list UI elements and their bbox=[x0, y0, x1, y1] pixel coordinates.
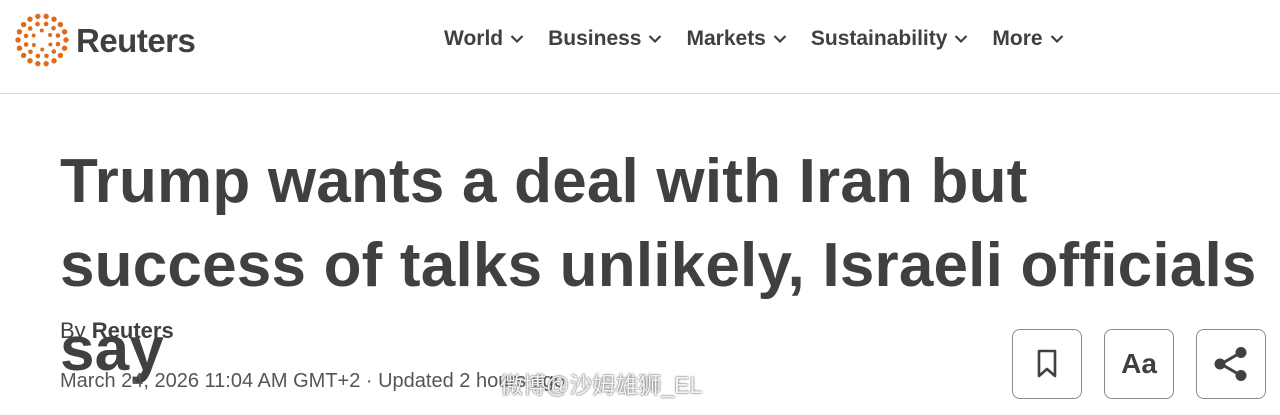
logo-dot bbox=[55, 33, 61, 38]
bookmark-button[interactable] bbox=[1012, 329, 1082, 399]
logo-dot bbox=[48, 33, 53, 38]
logo-dot bbox=[23, 33, 29, 39]
nav-item-label: Sustainability bbox=[810, 27, 948, 50]
chevron-down-icon bbox=[649, 35, 662, 44]
logo-dot bbox=[51, 58, 57, 64]
logo-dot bbox=[43, 60, 49, 67]
logo-dot bbox=[27, 26, 33, 31]
logo-dot bbox=[57, 21, 64, 28]
logo-dot bbox=[48, 42, 53, 47]
logo-dot bbox=[55, 41, 61, 47]
logo-dot bbox=[39, 28, 44, 33]
logo-dot bbox=[35, 60, 41, 67]
logo-dot bbox=[51, 49, 57, 54]
logo-dot bbox=[51, 25, 56, 31]
logo-dot bbox=[31, 42, 36, 47]
nav-item-sustainability[interactable]: Sustainability bbox=[811, 24, 969, 54]
logo-dot bbox=[35, 53, 41, 59]
chevron-down-icon bbox=[510, 35, 524, 44]
bookmark-icon bbox=[1037, 349, 1057, 378]
logo-dot bbox=[16, 45, 23, 51]
weibo-watermark: 微博@沙姆雄狮_EL bbox=[500, 372, 703, 398]
logo-dot bbox=[31, 33, 36, 38]
main-nav: World Business Markets Sustainability Mo… bbox=[444, 24, 1088, 54]
logo-dot bbox=[57, 52, 64, 59]
logo-dot bbox=[27, 16, 33, 22]
author-link[interactable]: Reuters bbox=[92, 318, 174, 343]
logo-dot bbox=[61, 29, 68, 35]
byline: By Reuters bbox=[60, 318, 174, 344]
byline-prefix: By bbox=[60, 318, 92, 343]
nav-item-more[interactable]: More bbox=[992, 24, 1063, 54]
text-size-button[interactable]: Aa bbox=[1104, 329, 1174, 399]
logo-dot bbox=[20, 52, 27, 59]
text-size-label: Aa bbox=[1121, 348, 1157, 379]
brand-name: Reuters bbox=[76, 21, 196, 59]
logo-dot bbox=[28, 49, 33, 55]
share-icon bbox=[1214, 347, 1247, 381]
share-button[interactable] bbox=[1196, 329, 1266, 399]
article-headline: Trump wants a deal with Iran but success… bbox=[60, 147, 1257, 384]
nav-item-label: Business bbox=[548, 27, 642, 50]
logo-dot bbox=[44, 53, 49, 59]
logo-dot bbox=[51, 16, 57, 22]
nav-item-label: More bbox=[992, 27, 1043, 50]
logo-dot bbox=[35, 21, 40, 27]
logo-dot bbox=[15, 37, 21, 43]
logo-dot bbox=[63, 37, 69, 43]
logo-dot bbox=[43, 21, 49, 27]
reuters-logo-icon bbox=[15, 13, 69, 67]
logo-dot bbox=[43, 13, 49, 20]
logo-dot bbox=[23, 42, 29, 47]
nav-item-world[interactable]: World bbox=[444, 24, 524, 54]
logo-dot bbox=[20, 21, 27, 28]
chevron-down-icon bbox=[1050, 35, 1063, 44]
nav-item-label: World bbox=[444, 27, 504, 50]
chevron-down-icon bbox=[955, 35, 968, 44]
nav-item-business[interactable]: Business bbox=[548, 24, 662, 54]
article-dateline: March 24, 2026 11:04 AM GMT+2 · Updated … bbox=[60, 370, 565, 392]
logo-dot bbox=[35, 13, 41, 20]
nav-item-markets[interactable]: Markets bbox=[686, 24, 787, 54]
logo-dot bbox=[27, 58, 33, 64]
reuters-logo[interactable]: Reuters bbox=[14, 12, 196, 68]
logo-dot bbox=[16, 29, 23, 35]
nav-item-label: Markets bbox=[686, 27, 766, 50]
logo-dot bbox=[40, 47, 45, 52]
site-header: Reuters World Business Markets Sustainab… bbox=[0, 0, 1280, 94]
logo-dot bbox=[61, 45, 68, 51]
chevron-down-icon bbox=[773, 35, 787, 44]
